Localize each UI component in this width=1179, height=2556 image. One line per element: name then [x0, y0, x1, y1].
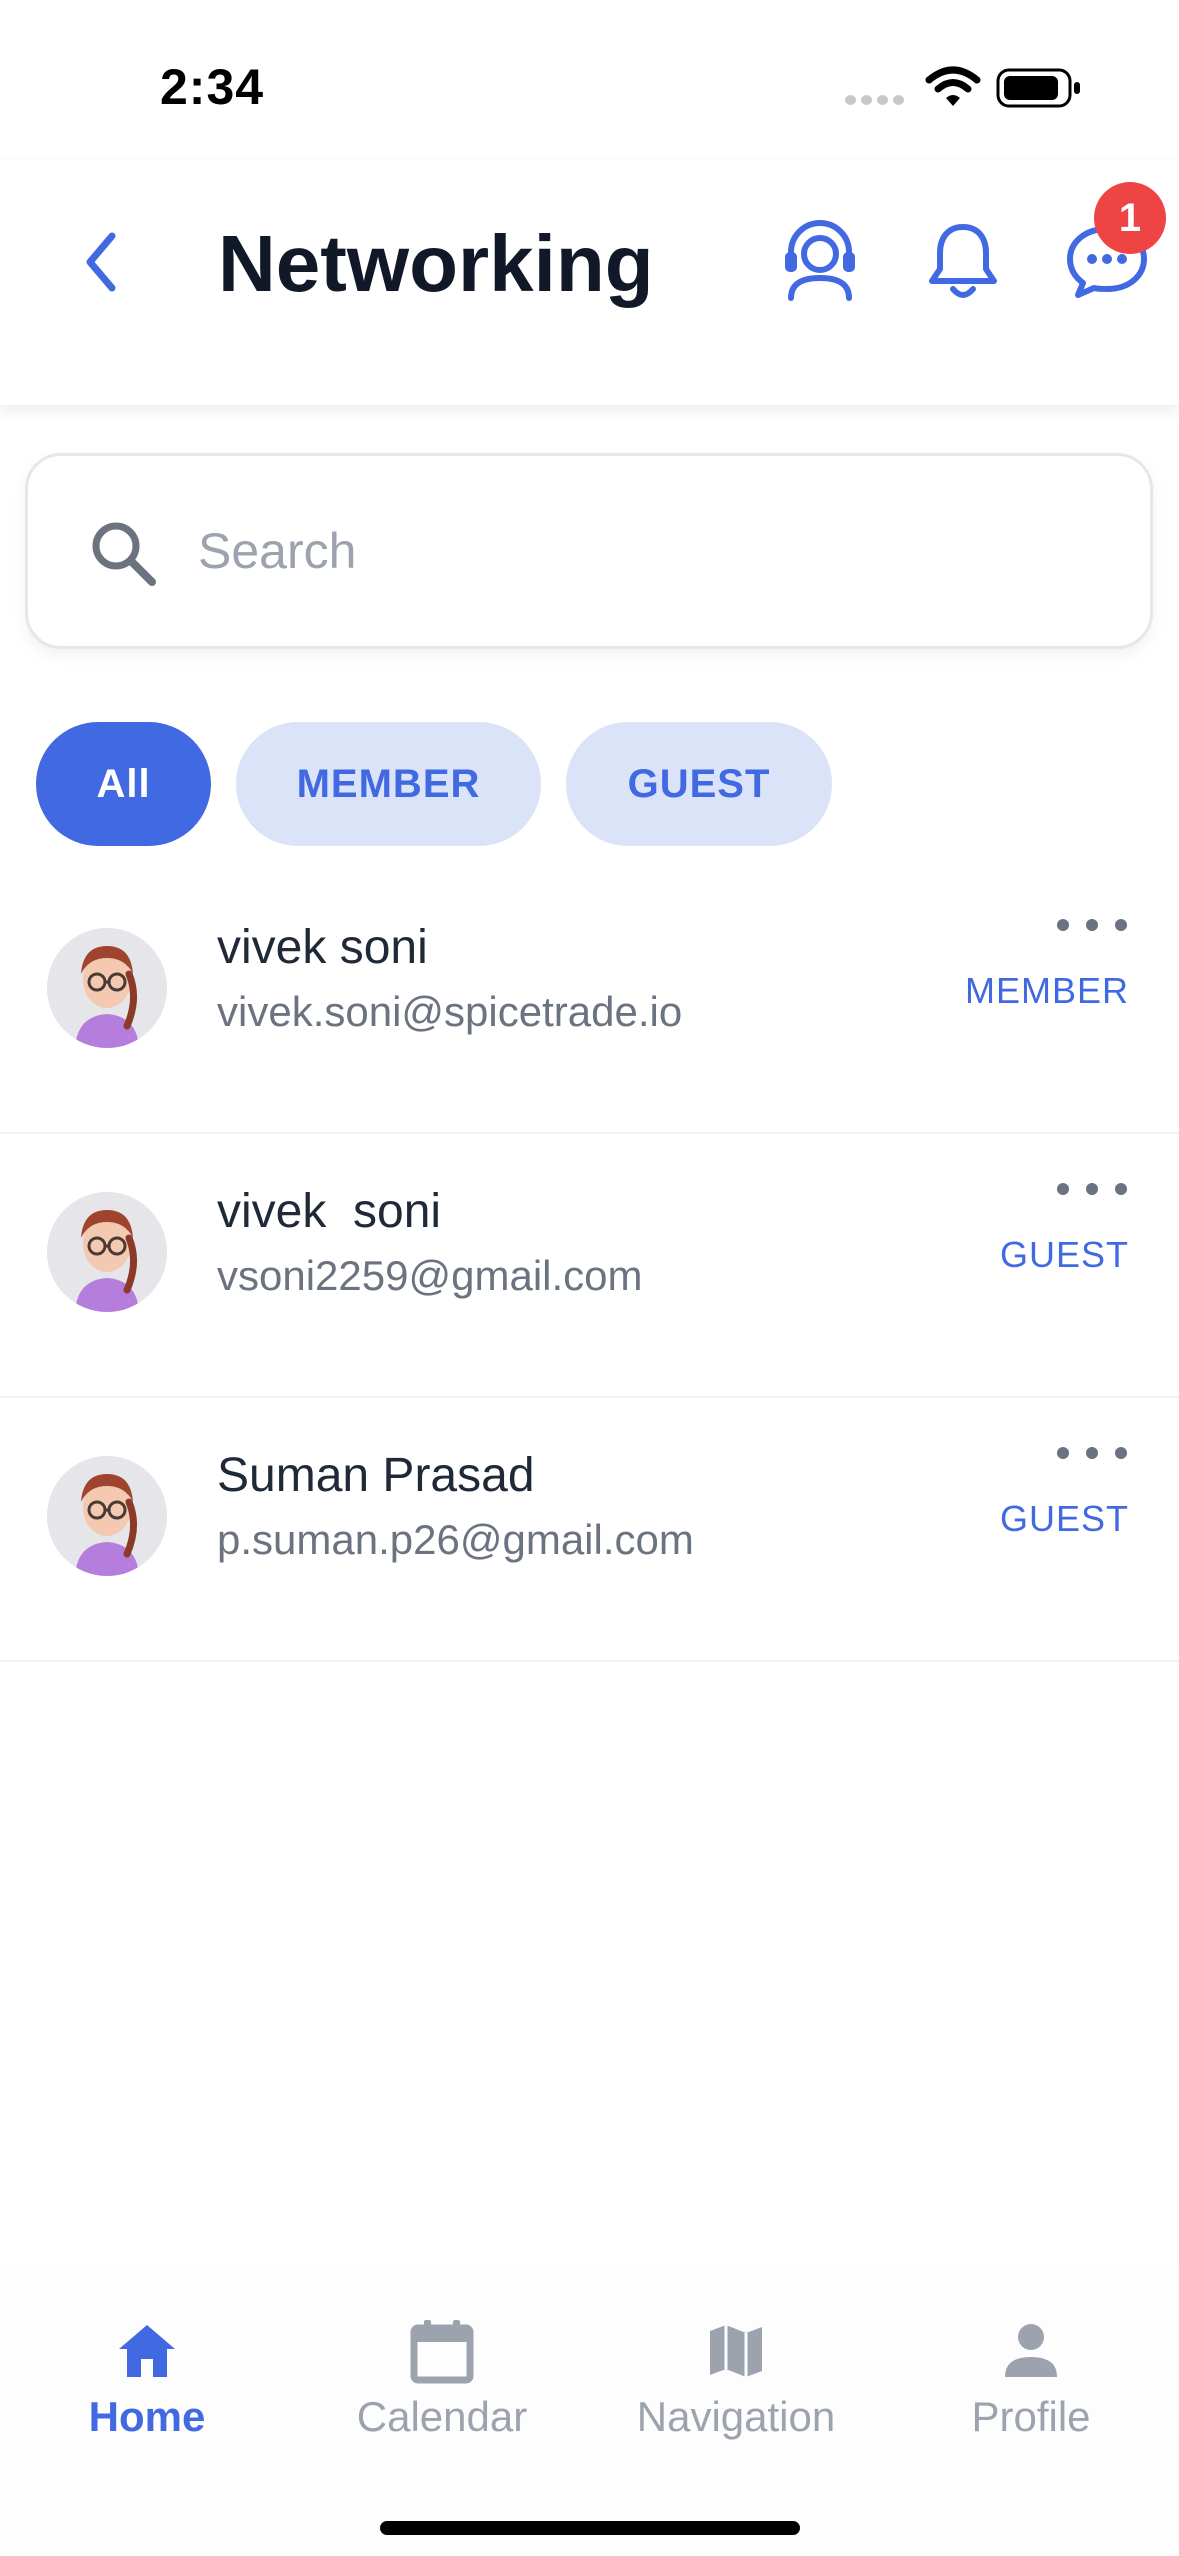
contact-email: vivek.soni@spicetrade.io — [217, 988, 683, 1035]
search-input[interactable] — [198, 496, 1098, 606]
contact-row[interactable]: vivek soni vivek.soni@spicetrade.io MEMB… — [0, 870, 1179, 1134]
home-indicator — [380, 2521, 800, 2535]
contact-name: Suman Prasad — [217, 1449, 535, 1502]
home-icon — [119, 2325, 175, 2377]
filter-chip-member[interactable]: MEMBER — [236, 722, 541, 846]
nav-label: Navigation — [636, 2393, 836, 2440]
support-headset-icon — [785, 220, 855, 301]
notifications-button[interactable] — [918, 216, 1008, 306]
nav-item-calendar[interactable]: Calendar — [312, 2315, 572, 2445]
more-options-icon[interactable] — [1057, 1174, 1127, 1204]
contact-row[interactable]: vivek soni vsoni2259@gmail.com GUEST — [0, 1134, 1179, 1398]
wifi-icon — [925, 66, 981, 106]
person-icon — [1005, 2324, 1057, 2377]
contact-name: vivek soni — [217, 921, 428, 974]
avatar — [47, 928, 167, 1048]
role-label: GUEST — [999, 1234, 1129, 1275]
role-label: MEMBER — [964, 970, 1129, 1011]
avatar — [47, 1456, 167, 1576]
role-label: GUEST — [999, 1498, 1129, 1539]
battery-icon — [996, 68, 1080, 108]
status-bar: 2:34 — [0, 0, 1179, 160]
filter-chip-all[interactable]: All — [36, 722, 211, 846]
calendar-icon — [410, 2320, 474, 2384]
nav-item-navigation[interactable]: Navigation — [606, 2315, 866, 2445]
bell-icon — [929, 224, 997, 298]
avatar — [47, 1192, 167, 1312]
status-time: 2:34 — [160, 59, 265, 115]
nav-label: Calendar — [356, 2393, 528, 2440]
more-options-icon[interactable] — [1057, 1438, 1127, 1468]
nav-item-home[interactable]: Home — [17, 2315, 277, 2445]
search-icon — [92, 522, 156, 586]
support-button[interactable] — [775, 216, 865, 306]
contact-name: vivek soni — [217, 1185, 442, 1238]
contact-email: vsoni2259@gmail.com — [217, 1252, 643, 1299]
back-chevron-icon — [86, 232, 116, 292]
nav-item-profile[interactable]: Profile — [901, 2315, 1161, 2445]
nav-label: Profile — [971, 2393, 1091, 2440]
chat-badge: 1 — [1094, 182, 1166, 254]
back-button[interactable] — [72, 222, 132, 302]
filter-chip-guest[interactable]: GUEST — [566, 722, 832, 846]
contact-row[interactable]: Suman Prasad p.suman.p26@gmail.com GUEST — [0, 1398, 1179, 1662]
search-bar[interactable] — [25, 453, 1153, 649]
page-title: Networking — [218, 219, 654, 308]
cellular-signal-icon — [845, 95, 905, 105]
nav-label: Home — [88, 2393, 206, 2440]
app-header: Networking 1 — [0, 160, 1179, 405]
more-options-icon[interactable] — [1057, 910, 1127, 940]
map-icon — [710, 2325, 762, 2377]
bottom-nav: Home Calendar Navigation Profile — [0, 2265, 1179, 2556]
contact-email: p.suman.p26@gmail.com — [217, 1516, 694, 1563]
